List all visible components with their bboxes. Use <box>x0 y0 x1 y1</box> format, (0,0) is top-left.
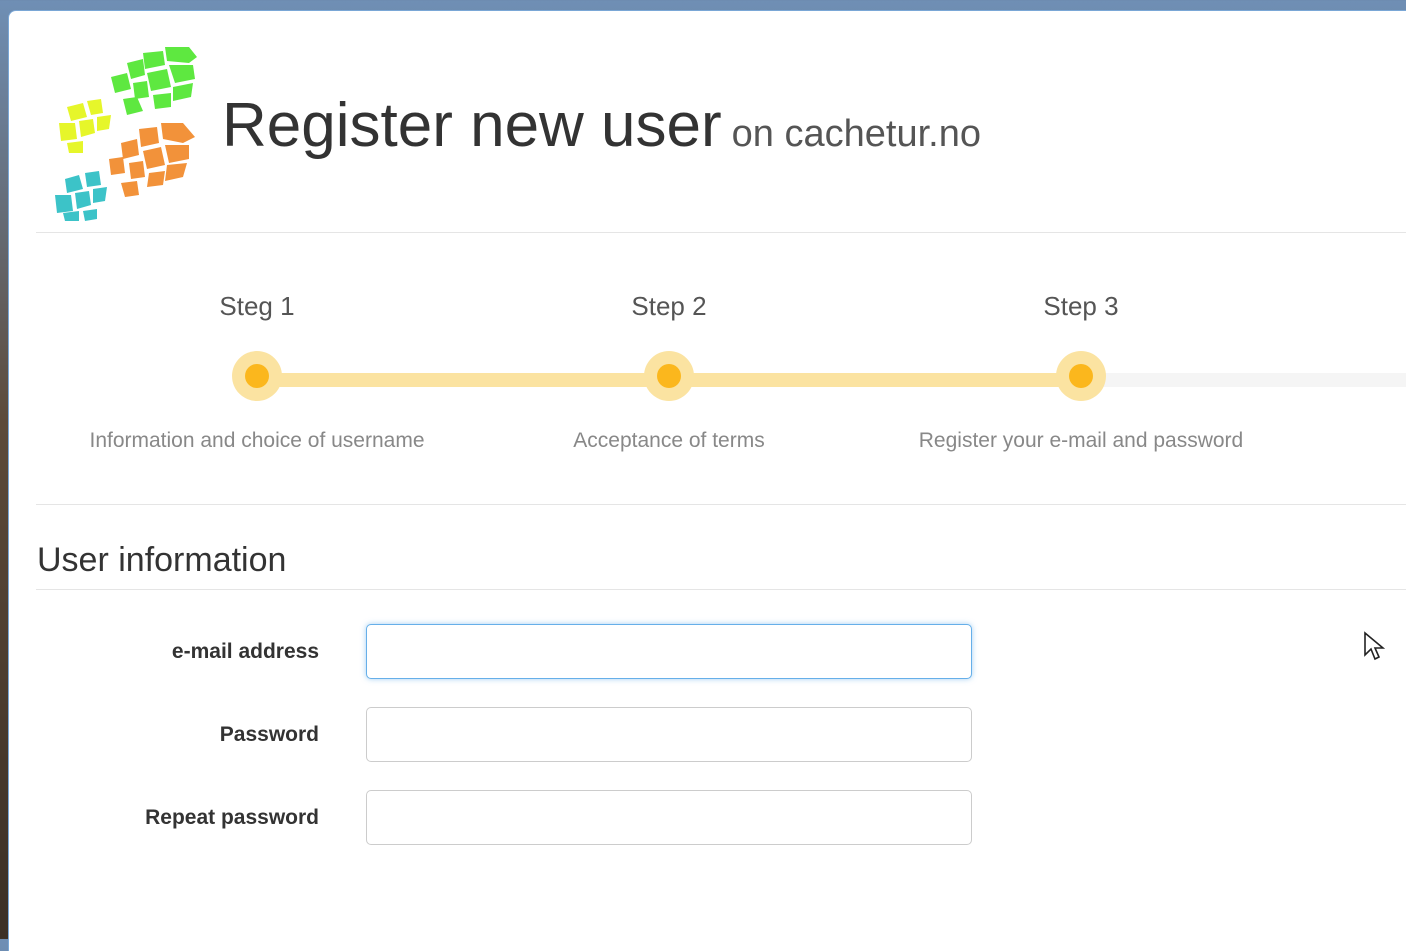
progress-steps: Steg 1 Information and choice of usernam… <box>9 291 1406 481</box>
repeat-password-row: Repeat password <box>9 790 1406 848</box>
email-row: e-mail address <box>9 624 1406 682</box>
page-title-text: Register new user <box>222 91 722 160</box>
page-subtitle: on cachetur.no <box>731 113 981 155</box>
step-3-description: Register your e-mail and password <box>918 429 1244 452</box>
step-1-description: Information and choice of username <box>89 429 425 452</box>
email-label: e-mail address <box>171 640 319 663</box>
header-divider <box>36 232 1406 233</box>
page-header: Register new user on cachetur.no <box>9 11 1406 233</box>
progress-track-remaining <box>1069 373 1406 387</box>
step-1-label: Steg 1 <box>219 291 295 321</box>
step-1-marker <box>232 351 282 401</box>
step-2-description: Acceptance of terms <box>573 429 765 452</box>
step-3-marker <box>1056 351 1106 401</box>
password-field[interactable] <box>366 707 972 762</box>
step-1: Steg 1 Information and choice of usernam… <box>47 291 467 452</box>
password-row: Password <box>9 707 1406 765</box>
step-3: Step 3 Register your e-mail and password <box>871 291 1291 452</box>
step-2: Step 2 Acceptance of terms <box>459 291 879 452</box>
mouse-pointer-icon <box>1364 631 1385 661</box>
repeat-password-field[interactable] <box>366 790 972 845</box>
password-label: Password <box>219 723 319 746</box>
registration-panel: Register new user on cachetur.no Steg 1 I… <box>8 10 1406 951</box>
step-3-label: Step 3 <box>1043 291 1119 321</box>
footprints-logo-icon <box>55 47 197 221</box>
step-2-label: Step 2 <box>631 291 707 321</box>
page-title: Register new user on cachetur.no <box>222 91 981 169</box>
email-field[interactable] <box>366 624 972 679</box>
section-title: User information <box>37 541 287 579</box>
step-2-marker <box>644 351 694 401</box>
steps-divider <box>36 504 1406 505</box>
section-divider <box>36 589 1406 590</box>
repeat-password-label: Repeat password <box>145 806 319 829</box>
